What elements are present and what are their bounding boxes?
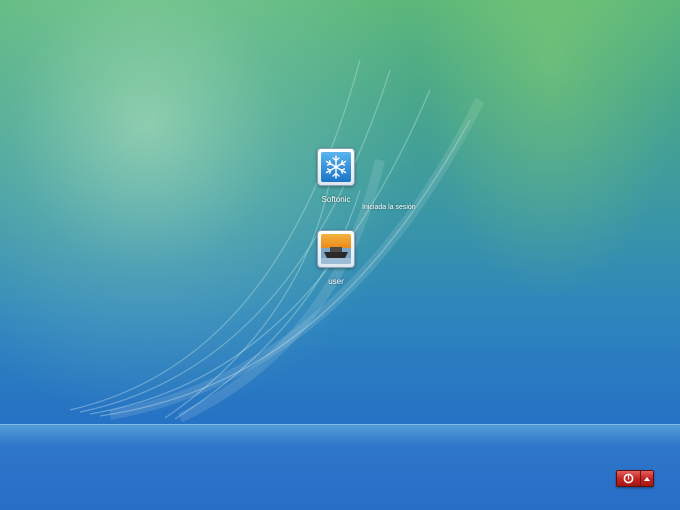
snowflake-icon (321, 152, 351, 182)
power-icon (623, 473, 634, 484)
power-controls (616, 470, 654, 487)
shutdown-options-button[interactable] (641, 471, 653, 486)
shutdown-button[interactable] (617, 471, 641, 486)
user-picture-frame[interactable] (317, 230, 355, 268)
user-tile-softonic[interactable]: Softonic (296, 148, 376, 204)
floor-reflection (0, 424, 680, 510)
user-name-label[interactable]: Softonic (296, 195, 376, 204)
session-status-label: Iniciada la sesión (362, 204, 416, 211)
user-tile-user[interactable]: user (296, 230, 376, 286)
boat-icon (321, 234, 351, 264)
user-name-label[interactable]: user (296, 277, 376, 286)
triangle-up-icon (644, 476, 650, 481)
background-glow (0, 0, 420, 420)
background-glow (420, 0, 680, 300)
user-picture-frame[interactable] (317, 148, 355, 186)
